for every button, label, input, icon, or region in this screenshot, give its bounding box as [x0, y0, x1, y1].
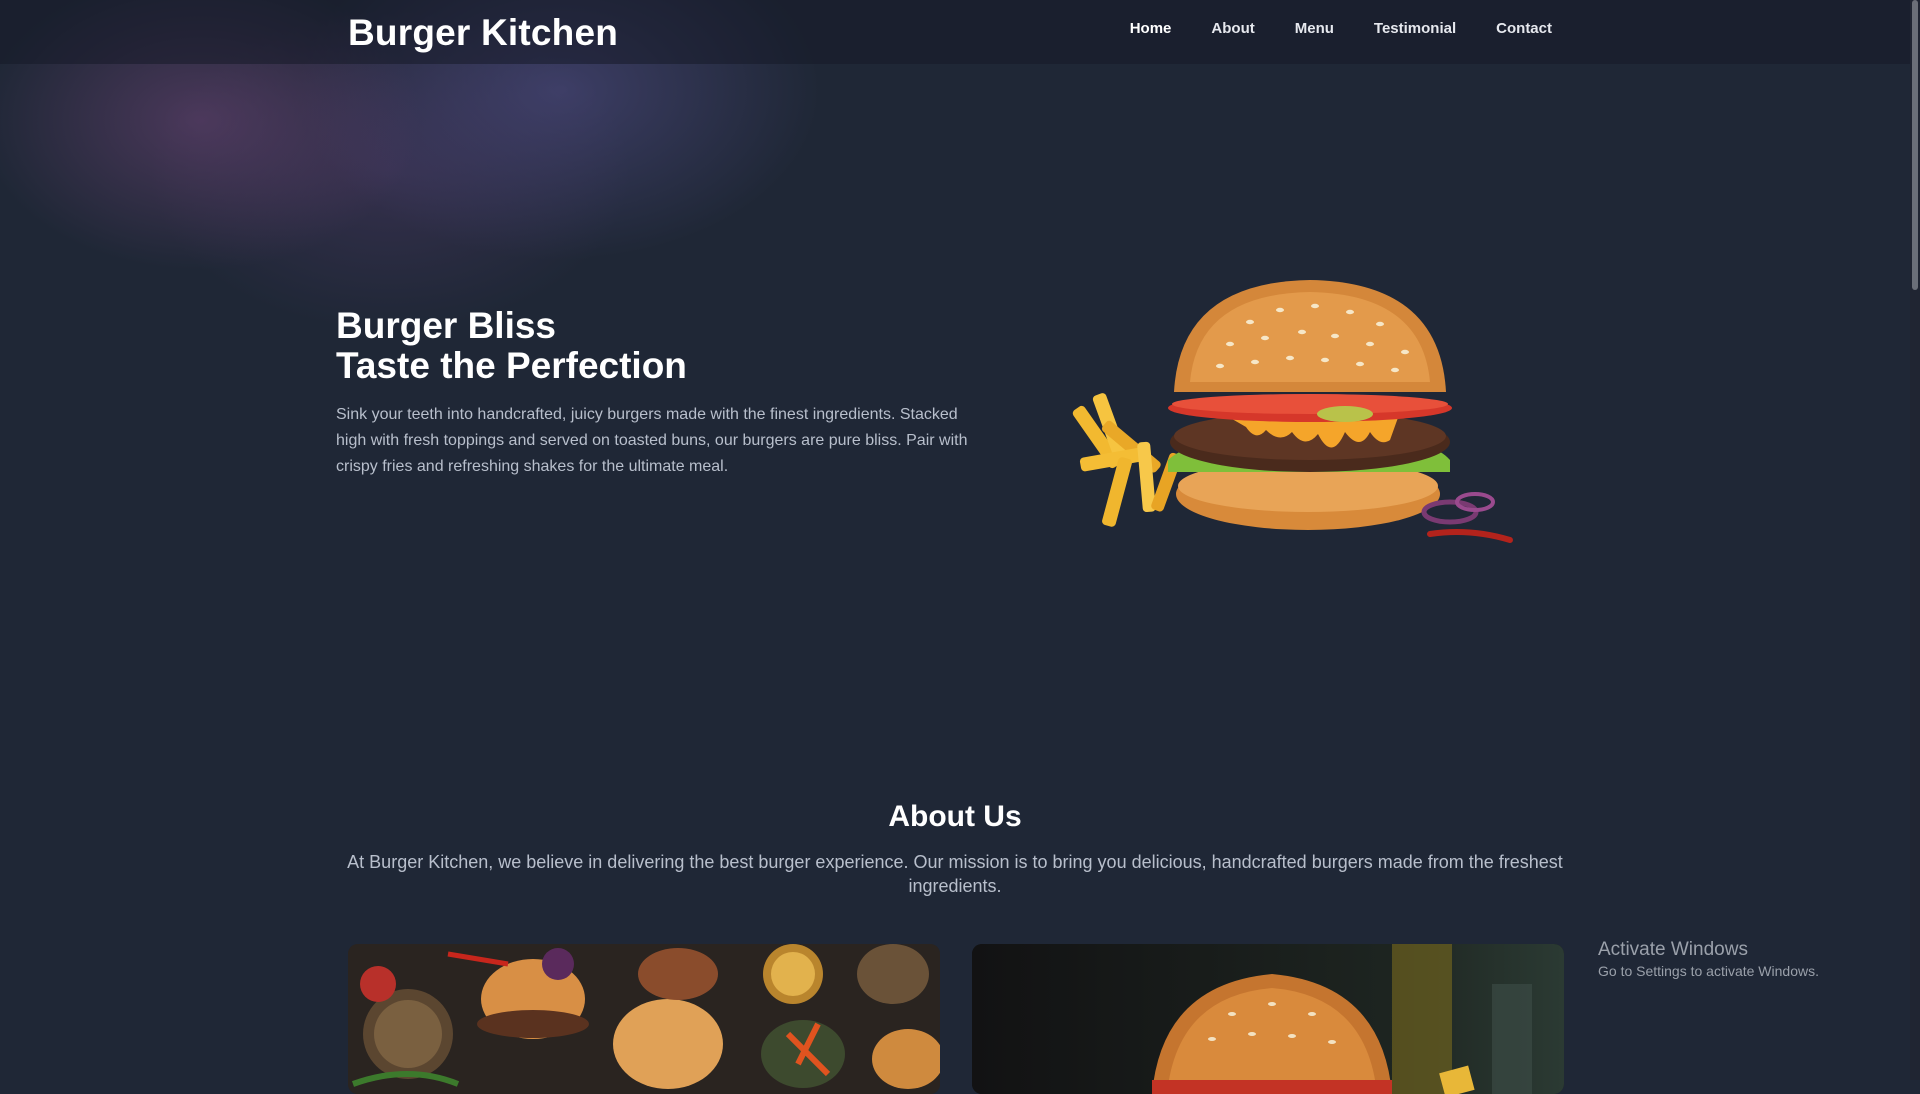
nav-links: Home About Menu Testimonial Contact — [1130, 20, 1552, 37]
nav-home[interactable]: Home — [1130, 20, 1172, 37]
hero-title-line2: Taste the Perfection — [336, 345, 687, 386]
page-scrollbar[interactable] — [1910, 0, 1920, 1080]
hero-section: Burger Bliss Taste the Perfection Sink y… — [336, 306, 976, 480]
scrollbar-thumb[interactable] — [1912, 0, 1918, 290]
fries-icon — [1072, 393, 1182, 527]
brand-logo[interactable]: Burger Kitchen — [348, 12, 618, 54]
nav-testimonial[interactable]: Testimonial — [1374, 20, 1456, 37]
navbar: Burger Kitchen Home About Menu Testimoni… — [0, 0, 1920, 64]
about-description: At Burger Kitchen, we believe in deliver… — [347, 852, 1563, 896]
nav-about[interactable]: About — [1211, 20, 1254, 37]
burger-with-fries-image — [1070, 272, 1520, 562]
burgers-spread-image — [348, 944, 940, 1094]
hero-title: Burger Bliss Taste the Perfection — [336, 306, 976, 386]
burger-closeup-image — [972, 944, 1564, 1094]
windows-activation-watermark: Activate Windows Go to Settings to activ… — [1598, 938, 1819, 980]
nav-menu[interactable]: Menu — [1295, 20, 1334, 37]
about-section: About Us At Burger Kitchen, we believe i… — [340, 800, 1570, 898]
nav-contact[interactable]: Contact — [1496, 20, 1552, 37]
about-title: About Us — [888, 800, 1022, 833]
hero-description: Sink your teeth into handcrafted, juicy … — [336, 406, 968, 475]
hero-title-line1: Burger Bliss — [336, 305, 557, 346]
activate-windows-title: Activate Windows — [1598, 939, 1748, 960]
activate-windows-subtitle: Go to Settings to activate Windows. — [1598, 963, 1819, 979]
